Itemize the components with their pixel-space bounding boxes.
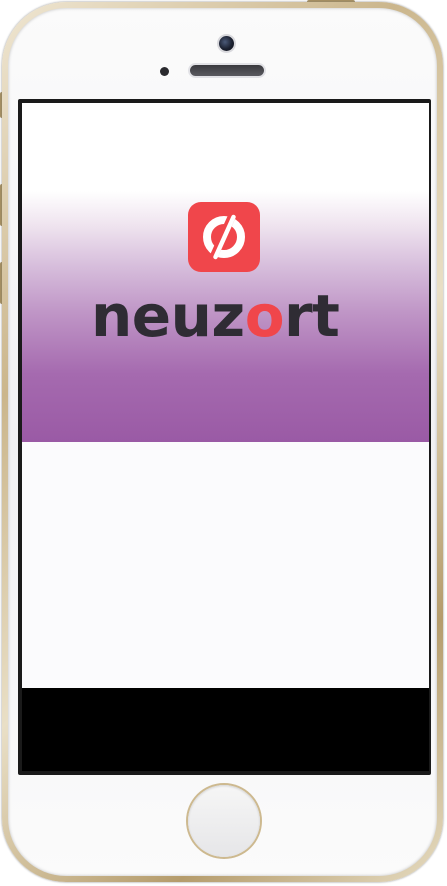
neuzort-logo-icon xyxy=(188,202,260,272)
home-button[interactable] xyxy=(188,785,260,857)
brand-wordmark: neuzort xyxy=(22,281,429,351)
brand-name: neuzort xyxy=(91,281,340,351)
brand-name-o: o xyxy=(244,281,285,351)
device-mockup: neuzort xyxy=(0,0,447,886)
proximity-sensor xyxy=(160,67,169,76)
brand-name-suffix: rt xyxy=(284,282,340,350)
app-screen: neuzort xyxy=(22,103,429,771)
splash-header: neuzort xyxy=(22,103,429,442)
front-camera xyxy=(219,36,234,51)
content-area xyxy=(22,442,429,688)
brand-o-letter: o xyxy=(244,282,285,350)
bottom-bar xyxy=(22,688,429,771)
earpiece-speaker xyxy=(190,65,264,76)
brand-name-prefix: neuz xyxy=(91,282,245,350)
